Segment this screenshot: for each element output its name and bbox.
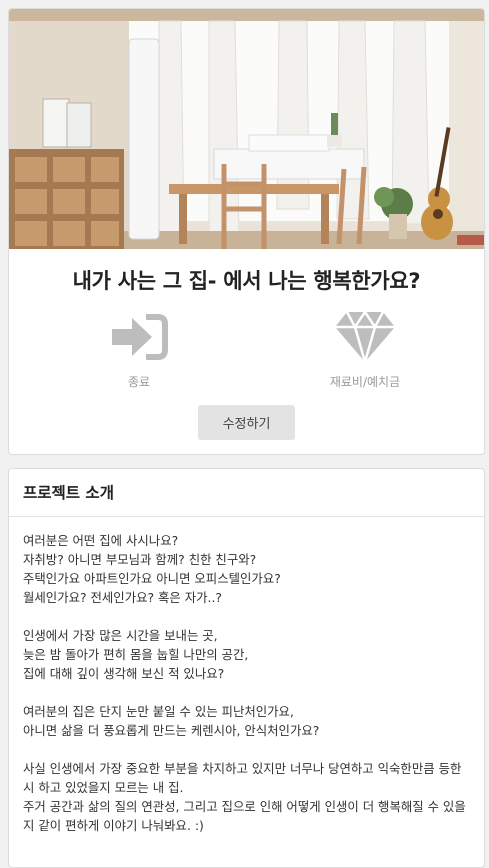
project-summary-card: 내가 사는 그 집- 에서 나는 행복한가요? 종료 재료비/예치금 수정하기 [8, 8, 485, 455]
intro-heading: 프로젝트 소개 [23, 484, 114, 502]
intro-paragraph: 여러분의 집은 단지 눈만 붙일 수 있는 피난처인가요, 아니면 삶을 더 풍… [23, 704, 320, 738]
cover-photo [9, 9, 484, 249]
intro-paragraph: 인생에서 가장 많은 시간을 보내는 곳, 늦은 밤 돌아가 편히 몸을 눕힐 … [23, 628, 249, 681]
sign-in-arrow-icon [59, 311, 219, 363]
intro-paragraph: 사실 인생에서 가장 중요한 부분을 차지하고 있지만 너무나 당연하고 익숙한… [23, 761, 466, 833]
intro-paragraph: 여러분은 어떤 집에 사시나요? 자취방? 아니면 부모님과 함께? 친한 친구… [23, 533, 281, 605]
stat-fee: 재료비/예치금 [285, 295, 445, 390]
intro-header: 프로젝트 소개 [9, 469, 484, 517]
diamond-icon [285, 310, 445, 364]
project-intro-card: 프로젝트 소개 여러분은 어떤 집에 사시나요? 자취방? 아니면 부모님과 함… [8, 468, 485, 868]
intro-body: 여러분은 어떤 집에 사시나요? 자취방? 아니면 부모님과 함께? 친한 친구… [9, 517, 484, 835]
stat-status-label: 종료 [127, 375, 151, 389]
edit-button[interactable]: 수정하기 [198, 405, 295, 440]
project-stats: 종료 재료비/예치금 [9, 295, 484, 405]
project-title: 내가 사는 그 집- 에서 나는 행복한가요? [72, 269, 421, 293]
stat-fee-label: 재료비/예치금 [329, 375, 401, 389]
stat-status: 종료 [59, 295, 219, 390]
